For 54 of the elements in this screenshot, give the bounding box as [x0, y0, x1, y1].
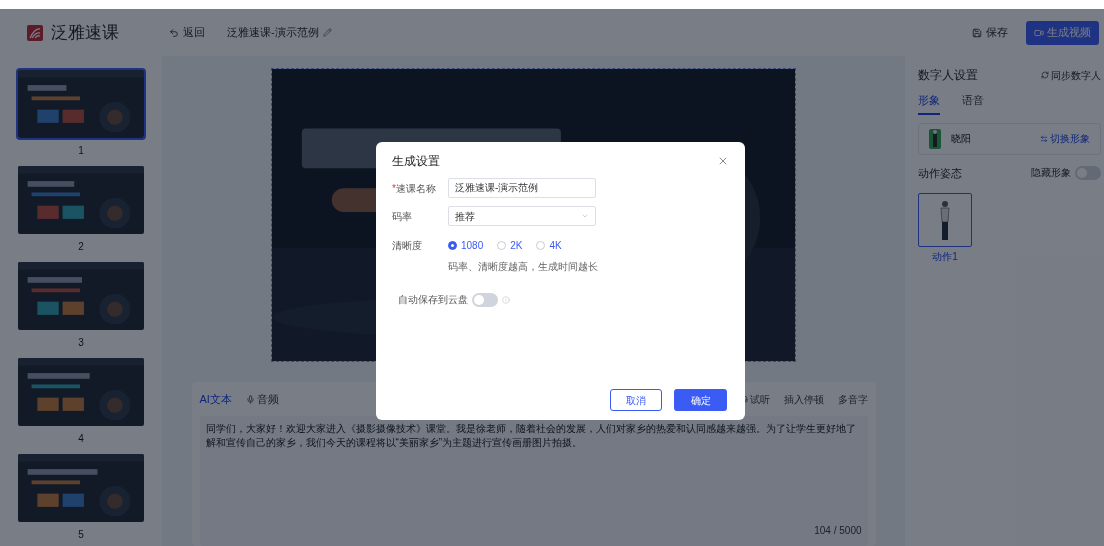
- field-label: 码率: [392, 209, 413, 224]
- generate-video-button[interactable]: 生成视频: [1026, 20, 1099, 45]
- chevron-down-icon: [581, 212, 589, 220]
- resolution-radio[interactable]: 1080: [448, 238, 484, 253]
- panel-title: 数字人设置: [918, 67, 978, 84]
- editor-tab[interactable]: 音频: [245, 390, 279, 408]
- dialog-title: 生成设置: [392, 153, 440, 170]
- resolution-radio[interactable]: 2K: [497, 238, 523, 253]
- standing-person-icon: [939, 200, 951, 240]
- required-mark: *: [392, 182, 396, 194]
- back-button[interactable]: 返回: [169, 24, 205, 41]
- slide-number: 1: [78, 144, 84, 158]
- script-text: 同学们，大家好！欢迎大家进入《摄影摄像技术》课堂。我是徐老师，随着社会的发展，人们对家乡的热爱和认同感越来越强。为了让学生更好地了解和宣传自己的家乡，我们今天的课程将以“美丽家乡”为主题进行宣传画册图片拍摄。: [205, 422, 857, 450]
- microphone-icon: [245, 394, 255, 404]
- switch-avatar-link[interactable]: 切换形象: [1040, 131, 1090, 146]
- logo-icon: [27, 24, 43, 41]
- avatar-figure-icon: [929, 128, 941, 149]
- sync-icon: [1041, 71, 1049, 79]
- swap-icon: [1040, 134, 1048, 143]
- panel-tab[interactable]: 形象: [918, 92, 940, 115]
- undo-icon: [169, 27, 179, 38]
- course-name-field[interactable]: 泛雅速课-演示范例: [448, 178, 596, 198]
- project-name: 泛雅速课-演示范例: [227, 25, 319, 41]
- toggle-label: 隐藏形象: [1031, 166, 1071, 181]
- cancel-button[interactable]: 取消: [610, 389, 662, 411]
- slide-number: 4: [78, 432, 84, 446]
- editor-tab[interactable]: AI文本: [199, 390, 232, 408]
- resolution-radio[interactable]: 4K: [536, 238, 562, 253]
- app-title: 泛雅速课: [51, 21, 119, 44]
- save-icon: [972, 27, 982, 38]
- sync-link[interactable]: 同步数字人: [1041, 67, 1101, 83]
- character-counter: 104 / 5000: [814, 524, 862, 538]
- field-label: 清晰度: [392, 239, 423, 253]
- pose-label: 动作1: [932, 250, 958, 264]
- slide-number: 5: [78, 528, 84, 542]
- field-label: 自动保存到云盘: [398, 293, 468, 307]
- video-icon: [1034, 27, 1044, 38]
- slide-number: 3: [78, 336, 84, 350]
- pose-thumbnail[interactable]: [918, 193, 972, 247]
- edit-icon[interactable]: [322, 28, 332, 37]
- close-icon[interactable]: [717, 155, 729, 167]
- field-label: *速课名称: [392, 181, 437, 196]
- confirm-button[interactable]: 确定: [674, 389, 727, 411]
- hint-text: 码率、清晰度越高，生成时间越长: [448, 260, 599, 274]
- save-button[interactable]: 保存: [972, 24, 1008, 41]
- section-label: 动作姿态: [918, 165, 962, 181]
- autosave-switch[interactable]: [472, 292, 498, 307]
- toolbar-link[interactable]: 多音字: [837, 391, 868, 407]
- toolbar-link[interactable]: 插入停顿: [783, 391, 824, 407]
- script-text-area[interactable]: 同学们，大家好！欢迎大家进入《摄影摄像技术》课堂。我是徐老师，随着社会的发展，人们对家乡的热爱和认同感越来越强。为了让学生更好地了解和宣传自己的家乡，我们今天的课程将以“美丽家乡”为主题进行宣传画册图片拍摄。 104 / 5000: [199, 416, 868, 546]
- avatar-name: 晓阳: [951, 132, 971, 146]
- bitrate-select[interactable]: 推荐: [448, 206, 596, 226]
- panel-tab[interactable]: 语音: [962, 92, 984, 115]
- slide-number: 2: [78, 240, 84, 254]
